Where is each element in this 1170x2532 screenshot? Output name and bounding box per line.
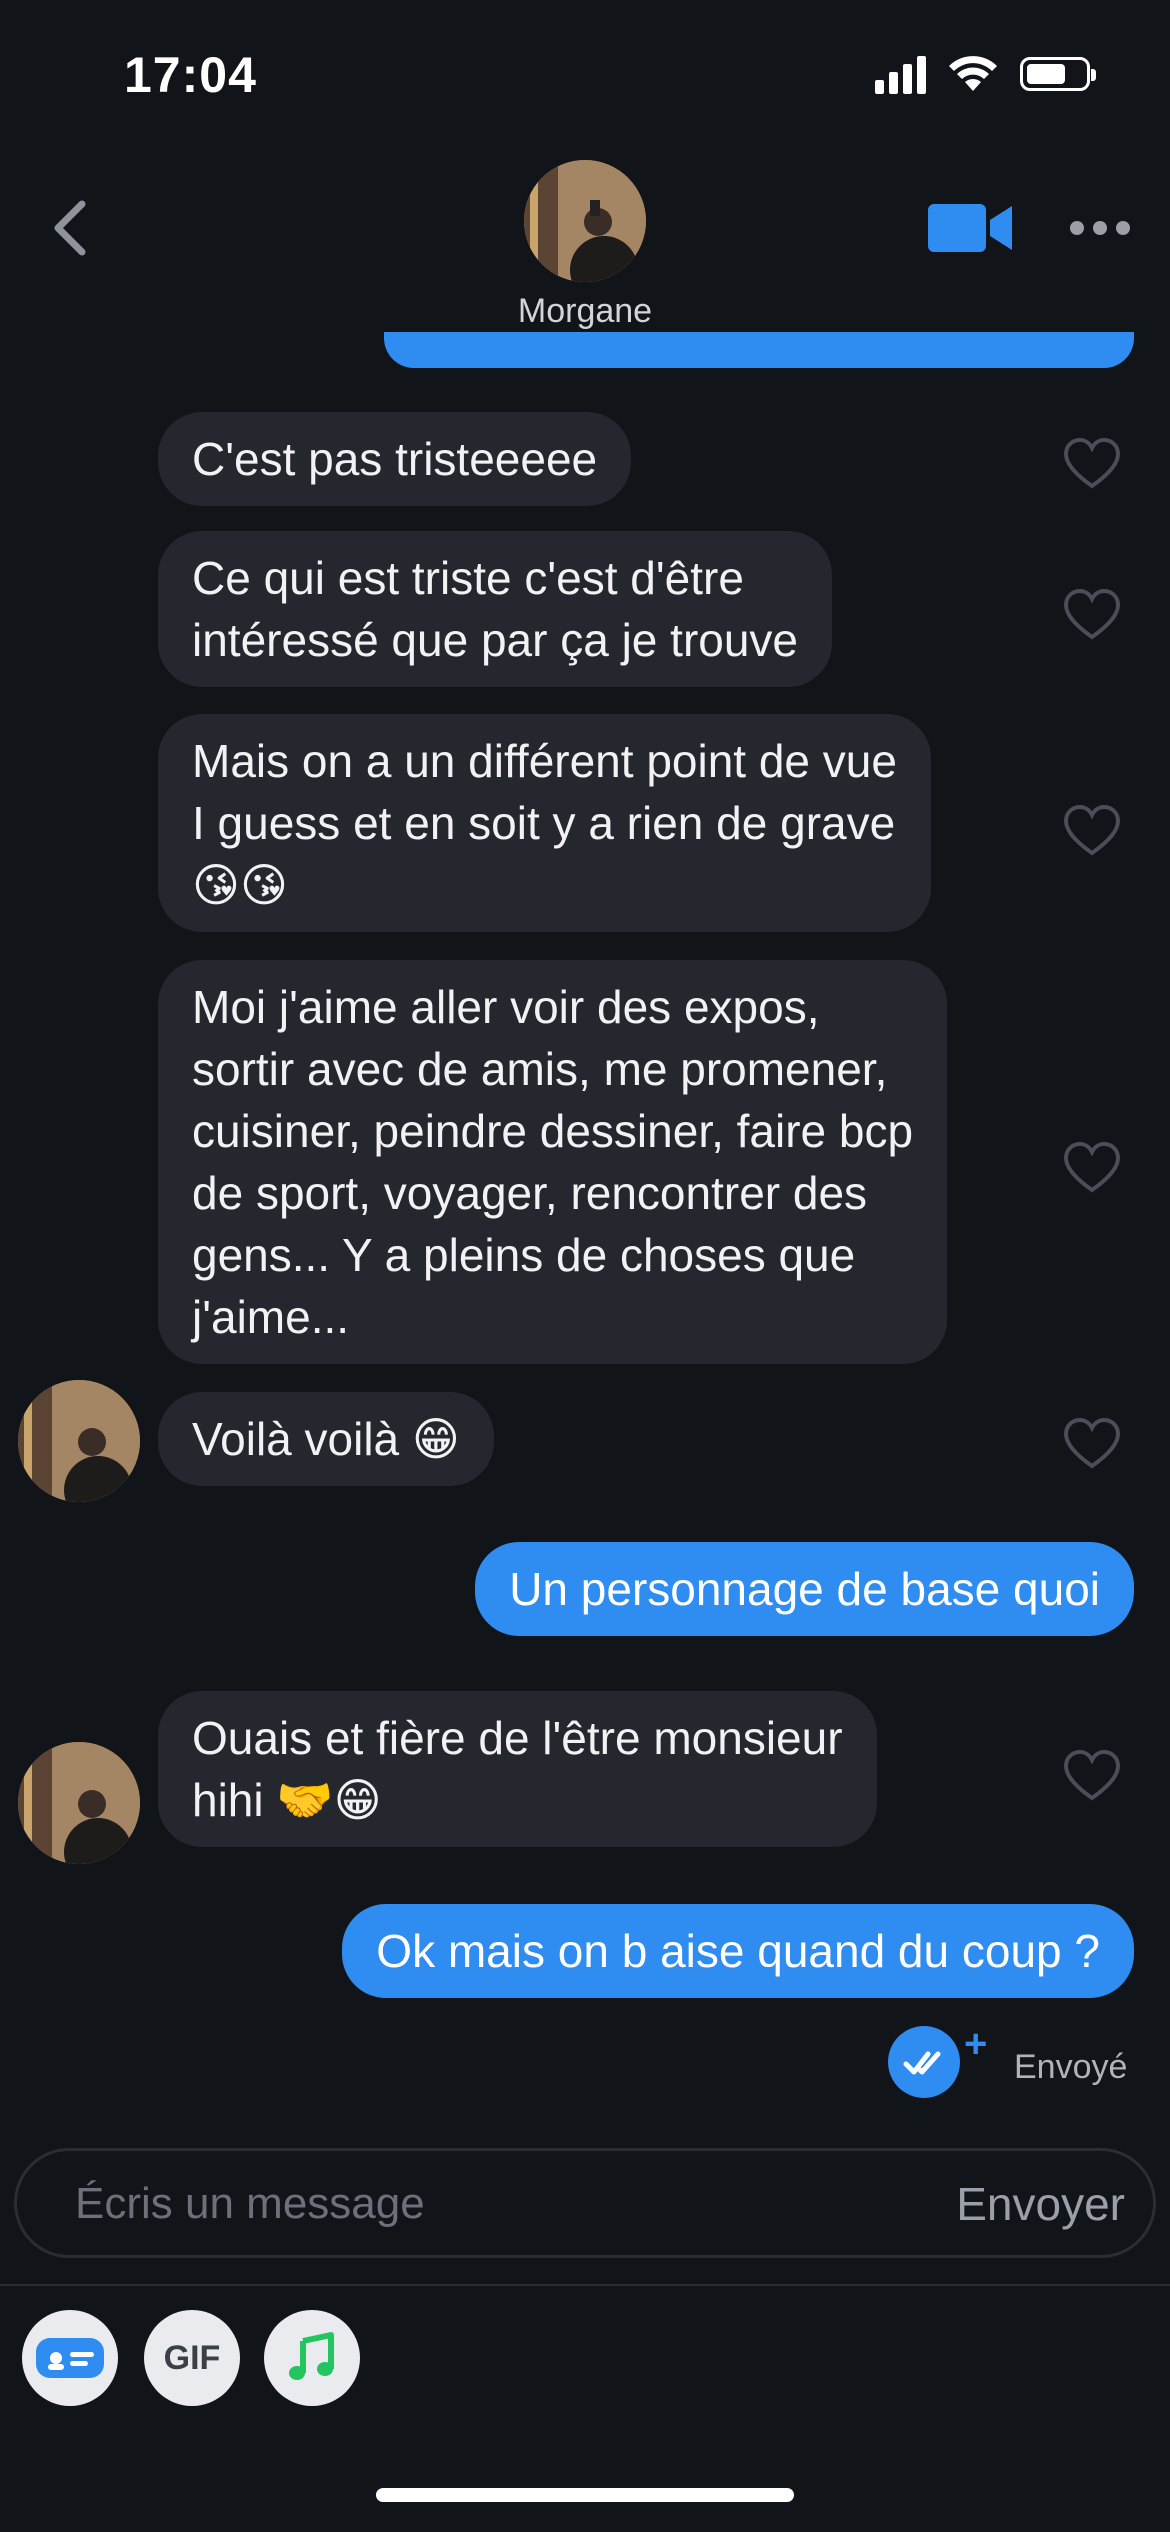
heart-icon[interactable]	[1062, 587, 1122, 643]
heart-icon[interactable]	[1062, 1416, 1122, 1472]
heart-icon[interactable]	[1062, 803, 1122, 859]
delivery-status: Envoyé	[1014, 2048, 1128, 2086]
heart-icon[interactable]	[1062, 436, 1122, 492]
received-message-bubble[interactable]: Moi j'aime aller voir des expos, sortir …	[158, 960, 948, 1364]
video-call-icon[interactable]	[928, 198, 1014, 258]
heart-icon[interactable]	[1062, 1748, 1122, 1804]
received-message-bubble[interactable]: Ce qui est triste c'est d'être intéressé…	[158, 531, 833, 687]
sent-message-bubble[interactable]: Un personnage de base quoi	[475, 1542, 1134, 1636]
gif-button[interactable]: GIF	[144, 2310, 240, 2406]
received-message-bubble[interactable]: Ouais et fière de l'être monsieur hihi 🤝…	[158, 1691, 877, 1847]
signal-icon	[875, 54, 926, 94]
received-message-bubble[interactable]: Voilà voilà 😁	[158, 1392, 494, 1486]
status-time: 17:04	[124, 47, 257, 103]
more-options-icon[interactable]	[1070, 206, 1134, 250]
received-message-bubble[interactable]: C'est pas tristeeeee	[158, 412, 632, 506]
divider	[0, 2284, 1170, 2286]
message-input[interactable]	[73, 2173, 837, 2235]
received-message-bubble[interactable]: Mais on a un différent point de vue I gu…	[158, 714, 931, 932]
status-icons	[875, 54, 1096, 94]
contact-avatar[interactable]	[524, 160, 646, 282]
message-composer: Envoyer	[14, 2148, 1156, 2258]
heart-icon[interactable]	[1062, 1140, 1122, 1196]
contact-avatar[interactable]	[18, 1380, 140, 1502]
contact-name[interactable]: Morgane	[0, 292, 1170, 331]
sticker-card-button[interactable]	[22, 2310, 118, 2406]
contact-avatar[interactable]	[18, 1742, 140, 1864]
back-chevron-icon[interactable]	[44, 198, 104, 258]
gif-label: GIF	[163, 2338, 221, 2377]
send-button[interactable]: Envoyer	[956, 2177, 1125, 2231]
music-note-icon	[289, 2332, 334, 2380]
wifi-icon	[949, 56, 997, 91]
plus-icon[interactable]: +	[964, 2024, 987, 2064]
read-receipt-icon[interactable]	[888, 2026, 960, 2098]
sent-message-bubble-partial	[384, 332, 1134, 368]
battery-icon	[1020, 57, 1096, 91]
home-indicator	[376, 2488, 794, 2502]
music-button[interactable]	[264, 2310, 360, 2406]
sent-message-bubble[interactable]: Ok mais on b aise quand du coup ?	[342, 1904, 1134, 1998]
id-card-icon	[36, 2338, 104, 2378]
